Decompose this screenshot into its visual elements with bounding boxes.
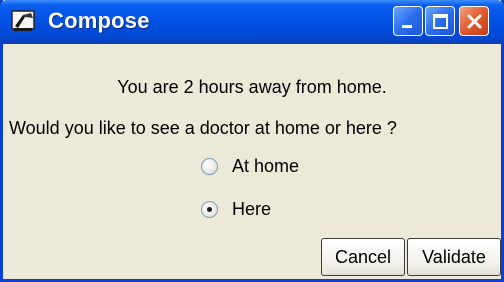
away-message: You are 2 hours away from home. xyxy=(117,77,387,97)
title-bar[interactable]: Compose xyxy=(0,0,504,44)
option-at-home[interactable]: At home xyxy=(201,156,299,177)
option-here[interactable]: Here xyxy=(201,199,271,220)
window-title: Compose xyxy=(48,8,150,33)
radio-selected-dot xyxy=(207,207,212,212)
compose-app-icon xyxy=(11,10,35,31)
cancel-button[interactable]: Cancel xyxy=(321,238,405,276)
option-label: At home xyxy=(232,156,300,176)
doctor-question: Would you like to see a doctor at home o… xyxy=(9,118,397,138)
close-button[interactable] xyxy=(459,6,489,36)
minimize-icon xyxy=(402,25,412,28)
close-icon xyxy=(467,14,482,29)
minimize-button[interactable] xyxy=(393,6,423,36)
maximize-icon xyxy=(433,14,448,29)
compose-window: Compose You are 2 hours away from home. … xyxy=(0,0,504,282)
option-label: Here xyxy=(232,199,272,219)
validate-button[interactable]: Validate xyxy=(407,238,501,276)
radio-here[interactable] xyxy=(201,201,218,218)
radio-at-home[interactable] xyxy=(201,158,218,175)
maximize-button[interactable] xyxy=(425,6,455,36)
